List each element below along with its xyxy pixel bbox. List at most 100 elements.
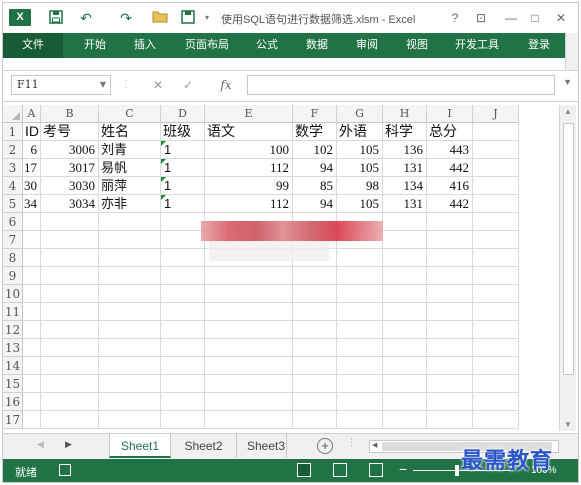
cell-g2[interactable]: 105	[337, 141, 383, 159]
cell-f4[interactable]: 85	[293, 177, 337, 195]
cell-e1[interactable]: 语文	[205, 123, 293, 141]
empty-cell[interactable]	[161, 231, 205, 249]
empty-cell[interactable]	[205, 375, 293, 393]
cell-a2[interactable]: 6	[23, 141, 41, 159]
empty-cell[interactable]	[473, 339, 519, 357]
empty-cell[interactable]	[473, 357, 519, 375]
cell-d4[interactable]: 1	[161, 177, 205, 195]
cell-a1[interactable]: ID	[23, 123, 41, 141]
empty-cell[interactable]	[99, 321, 161, 339]
cell-e3[interactable]: 112	[205, 159, 293, 177]
row-header[interactable]: 10	[3, 285, 23, 303]
tab-insert[interactable]: 插入	[127, 33, 163, 58]
empty-cell[interactable]	[427, 393, 473, 411]
empty-cell[interactable]	[337, 357, 383, 375]
empty-cell[interactable]	[427, 339, 473, 357]
cell-i2[interactable]: 443	[427, 141, 473, 159]
macro-record-icon[interactable]	[59, 464, 71, 476]
empty-cell[interactable]	[99, 249, 161, 267]
maximize-icon[interactable]: □	[525, 9, 545, 27]
cell-i3[interactable]: 442	[427, 159, 473, 177]
empty-cell[interactable]	[473, 375, 519, 393]
cell-h5[interactable]: 131	[383, 195, 427, 213]
cell-g4[interactable]: 98	[337, 177, 383, 195]
empty-cell[interactable]	[293, 393, 337, 411]
empty-cell[interactable]	[161, 339, 205, 357]
tab-review[interactable]: 审阅	[349, 33, 385, 58]
empty-cell[interactable]	[161, 393, 205, 411]
cell-e2[interactable]: 100	[205, 141, 293, 159]
column-header[interactable]: I	[427, 105, 473, 123]
cell-a4[interactable]: 30	[23, 177, 41, 195]
cell-h4[interactable]: 134	[383, 177, 427, 195]
empty-cell[interactable]	[205, 267, 293, 285]
empty-cell[interactable]	[473, 159, 519, 177]
cell-h3[interactable]: 131	[383, 159, 427, 177]
empty-cell[interactable]	[473, 285, 519, 303]
empty-cell[interactable]	[161, 267, 205, 285]
empty-cell[interactable]	[99, 411, 161, 429]
empty-cell[interactable]	[41, 357, 99, 375]
empty-cell[interactable]	[161, 303, 205, 321]
cell-f5[interactable]: 94	[293, 195, 337, 213]
ribbon-display-options-icon[interactable]: ⊡	[471, 9, 491, 27]
empty-cell[interactable]	[293, 375, 337, 393]
cell-e4[interactable]: 99	[205, 177, 293, 195]
empty-cell[interactable]	[427, 267, 473, 285]
name-box[interactable]: F11 ▼	[11, 75, 111, 95]
scroll-tabs-left-icon[interactable]: ◀	[37, 439, 44, 450]
empty-cell[interactable]	[383, 231, 427, 249]
empty-cell[interactable]	[293, 411, 337, 429]
empty-cell[interactable]	[293, 267, 337, 285]
empty-cell[interactable]	[99, 213, 161, 231]
tab-formulas[interactable]: 公式	[249, 33, 285, 58]
row-header[interactable]: 1	[3, 123, 23, 141]
column-header[interactable]: A	[23, 105, 41, 123]
empty-cell[interactable]	[99, 303, 161, 321]
minimize-icon[interactable]: —	[501, 9, 521, 27]
empty-cell[interactable]	[41, 393, 99, 411]
empty-cell[interactable]	[99, 231, 161, 249]
empty-cell[interactable]	[23, 249, 41, 267]
empty-cell[interactable]	[427, 213, 473, 231]
help-icon[interactable]: ?	[445, 9, 465, 27]
cell-d3[interactable]: 1	[161, 159, 205, 177]
row-header[interactable]: 8	[3, 249, 23, 267]
row-header[interactable]: 7	[3, 231, 23, 249]
resize-handle-icon[interactable]: ⋮	[121, 76, 131, 94]
cell-f3[interactable]: 94	[293, 159, 337, 177]
cell-c5[interactable]: 亦非	[99, 195, 161, 213]
empty-cell[interactable]	[23, 267, 41, 285]
empty-cell[interactable]	[473, 177, 519, 195]
empty-cell[interactable]	[383, 321, 427, 339]
empty-cell[interactable]	[427, 375, 473, 393]
tab-developer[interactable]: 开发工具	[449, 33, 505, 58]
sign-in-link[interactable]: 登录	[521, 33, 557, 58]
empty-cell[interactable]	[23, 357, 41, 375]
empty-cell[interactable]	[205, 303, 293, 321]
cell-c3[interactable]: 易帆	[99, 159, 161, 177]
empty-cell[interactable]	[23, 231, 41, 249]
empty-cell[interactable]	[293, 339, 337, 357]
cell-i5[interactable]: 442	[427, 195, 473, 213]
column-header[interactable]: B	[41, 105, 99, 123]
empty-cell[interactable]	[427, 285, 473, 303]
close-icon[interactable]: ✕	[551, 9, 571, 27]
empty-cell[interactable]	[23, 339, 41, 357]
open-folder-icon[interactable]	[151, 10, 169, 26]
empty-cell[interactable]	[337, 321, 383, 339]
empty-cell[interactable]	[473, 213, 519, 231]
tab-data[interactable]: 数据	[299, 33, 335, 58]
empty-cell[interactable]	[473, 393, 519, 411]
empty-cell[interactable]	[205, 321, 293, 339]
empty-cell[interactable]	[99, 339, 161, 357]
empty-cell[interactable]	[161, 411, 205, 429]
empty-cell[interactable]	[427, 249, 473, 267]
tab-file[interactable]: 文件	[3, 33, 63, 58]
empty-cell[interactable]	[205, 411, 293, 429]
scroll-down-icon[interactable]: ▼	[564, 420, 572, 429]
empty-cell[interactable]	[41, 249, 99, 267]
empty-cell[interactable]	[99, 393, 161, 411]
empty-cell[interactable]	[23, 303, 41, 321]
vertical-scroll-thumb[interactable]	[563, 123, 574, 375]
